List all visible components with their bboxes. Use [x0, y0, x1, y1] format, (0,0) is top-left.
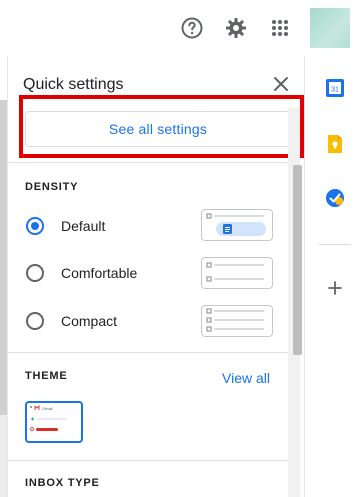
help-icon[interactable]: [177, 13, 207, 43]
inbox-type-section-label: INBOX TYPE: [25, 477, 100, 489]
theme-view-all-link[interactable]: View all: [222, 370, 270, 386]
quick-settings-panel: Quick settings See all settings DENSITY …: [7, 56, 305, 497]
density-comfortable-radio[interactable]: [26, 264, 44, 282]
theme-preview-graphic: Gmail: [29, 404, 79, 439]
calendar-icon[interactable]: 31: [325, 78, 345, 98]
apps-grid-icon[interactable]: [265, 13, 295, 43]
density-comfortable-label[interactable]: Comfortable: [61, 265, 137, 281]
theme-section-label: THEME: [25, 370, 68, 382]
side-panel: 31: [305, 56, 360, 497]
tasks-icon[interactable]: [325, 188, 345, 208]
density-compact-label[interactable]: Compact: [61, 313, 117, 329]
settings-gear-icon[interactable]: [221, 13, 251, 43]
background-page-strip: [0, 100, 7, 415]
divider: [8, 162, 292, 163]
keep-icon[interactable]: [325, 134, 345, 154]
density-section-label: DENSITY: [25, 181, 79, 193]
theme-default-thumbnail[interactable]: Gmail: [25, 401, 83, 443]
calendar-day-number: 31: [331, 87, 339, 94]
density-comfortable-preview: [201, 257, 273, 289]
density-default-label[interactable]: Default: [61, 218, 105, 234]
highlight-box: [19, 95, 304, 158]
density-default-preview: [201, 209, 273, 241]
top-bar: [0, 0, 360, 56]
close-icon[interactable]: [271, 74, 291, 94]
divider: [8, 460, 292, 461]
account-avatar[interactable]: [310, 8, 350, 48]
background-page-strip-lower: [0, 415, 7, 497]
density-compact-preview: [201, 305, 273, 337]
density-default-radio[interactable]: [26, 217, 44, 235]
panel-scrollbar-thumb[interactable]: [293, 165, 302, 355]
density-compact-radio[interactable]: [26, 312, 44, 330]
divider: [8, 352, 292, 353]
panel-title: Quick settings: [23, 76, 124, 93]
side-panel-divider: [319, 244, 351, 245]
theme-preview-app-name: Gmail: [42, 406, 53, 411]
add-addon-icon[interactable]: [325, 278, 345, 298]
